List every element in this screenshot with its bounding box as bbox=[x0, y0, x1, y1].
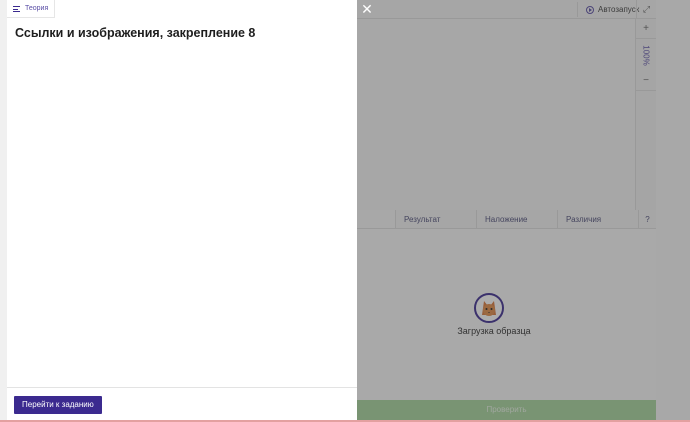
tab-theory[interactable]: Теория bbox=[7, 0, 56, 18]
panel-footer: Перейти к заданию bbox=[7, 387, 357, 420]
theory-panel: Теория Ссылки и изображения, закрепление… bbox=[0, 0, 357, 420]
close-icon[interactable]: ✕ bbox=[360, 2, 374, 16]
modal-overlay[interactable] bbox=[357, 0, 690, 420]
menu-icon bbox=[13, 5, 20, 12]
goto-task-button[interactable]: Перейти к заданию bbox=[14, 396, 102, 414]
tab-theory-label: Теория bbox=[25, 5, 49, 12]
page-title: Ссылки и изображения, закрепление 8 bbox=[15, 26, 256, 40]
